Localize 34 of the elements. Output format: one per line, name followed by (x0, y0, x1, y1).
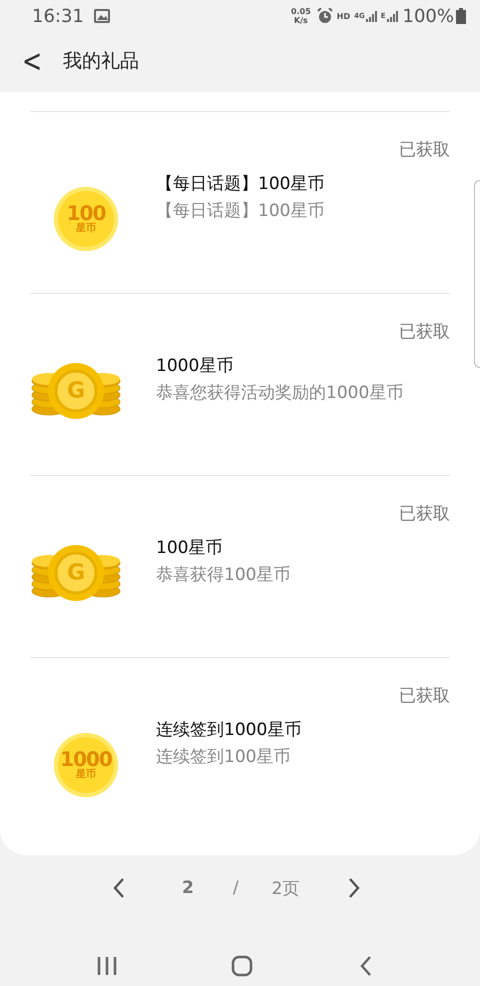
gift-title: 1000星币 (156, 356, 234, 376)
battery-icon (456, 8, 466, 24)
page-title: 我的礼品 (63, 49, 139, 74)
net-speed: 0.05 (291, 7, 311, 16)
clock-time: 16:31 (32, 6, 84, 26)
gift-description: 连续签到100星币 (156, 746, 292, 768)
gift-description: 恭喜您获得活动奖励的1000星币 (156, 382, 404, 404)
signal-icon (386, 10, 399, 22)
gift-title: 连续签到1000星币 (156, 720, 302, 740)
battery-level: 100% (402, 6, 454, 26)
coin-badge-icon: 1000 星币 (54, 733, 118, 797)
status-label: 已获取 (398, 686, 450, 706)
status-label: 已获取 (398, 140, 450, 160)
page-separator: / (232, 878, 239, 898)
gift-title: 100星币 (156, 538, 224, 558)
back-button[interactable] (360, 956, 372, 976)
current-page: 2 (182, 878, 194, 898)
home-button[interactable] (231, 955, 253, 977)
image-icon (94, 9, 110, 23)
signal-icon (364, 10, 378, 22)
next-page-button[interactable] (347, 877, 362, 899)
net-speed-unit: K/s (294, 16, 308, 25)
previous-page-button[interactable] (112, 877, 126, 899)
recent-apps-button[interactable] (97, 956, 117, 976)
gift-description: 恭喜获得100星币 (156, 564, 290, 586)
alarm-icon (316, 8, 333, 24)
coin-badge-icon: 100 星币 (54, 187, 118, 251)
gift-title: 【每日话题】100星币 (156, 174, 324, 194)
hd-label: HD (336, 12, 350, 20)
status-label: 已获取 (398, 504, 450, 524)
total-pages: 2页 (272, 878, 300, 900)
gift-description: 【每日话题】100星币 (156, 200, 324, 222)
status-label: 已获取 (398, 322, 450, 342)
back-button[interactable]: < (18, 42, 46, 80)
